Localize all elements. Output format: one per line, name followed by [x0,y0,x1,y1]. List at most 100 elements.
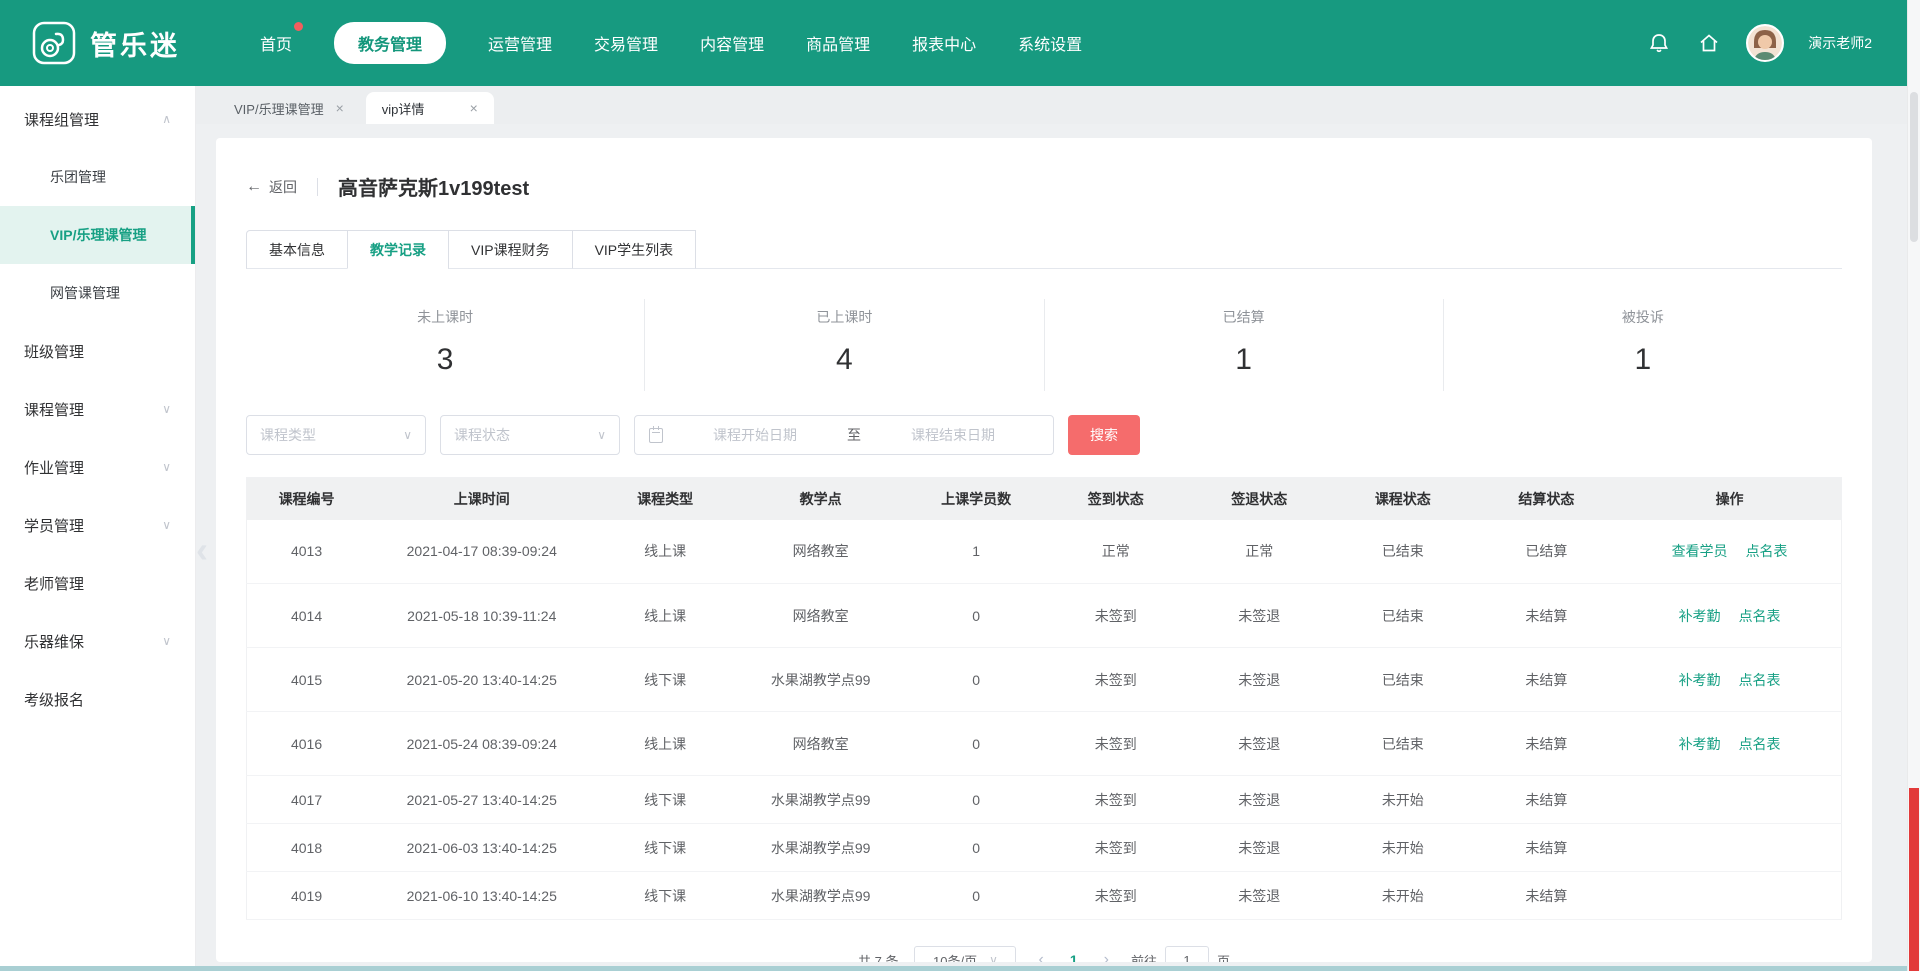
course-records-table: 课程编号上课时间课程类型教学点上课学员数签到状态签退状态课程状态结算状态操作 4… [246,477,1842,920]
table-actions-cell [1618,872,1841,920]
table-header-cell: 课程类型 [597,478,733,520]
page-tab-bar: VIP/乐理课管理× vip详情 × [196,86,1920,124]
course-status-select[interactable]: 课程状态 ∨ [440,415,620,455]
action-link[interactable]: 补考勤 [1679,672,1721,688]
stat-label: 被投诉 [1444,307,1842,327]
topnav-item[interactable]: 首页 [260,22,292,64]
topnav-item-label: 系统设置 [1018,37,1082,54]
table-header-cell: 操作 [1618,478,1841,520]
action-link[interactable]: 点名表 [1739,672,1781,688]
sidebar-item[interactable]: 老师管理 [0,554,195,612]
close-tab-icon[interactable]: × [336,100,344,116]
topnav-item-label: 内容管理 [700,37,764,54]
horizontal-scrollbar[interactable] [0,966,1907,971]
topnav-item[interactable]: 内容管理 [700,22,764,64]
sidebar-item[interactable]: 作业管理∨ [0,438,195,496]
table-cell: 未签到 [1044,824,1188,872]
topnav-item[interactable]: 系统设置 [1018,22,1082,64]
table-cell: 线下课 [597,872,733,920]
sidebar-item[interactable]: 课程组管理∧ [0,90,195,148]
action-link[interactable]: 查看学员 [1672,543,1728,559]
sidebar-item-label: 乐团管理 [50,167,106,187]
page-tab[interactable]: VIP/乐理课管理× [218,92,360,124]
next-page-button[interactable]: › [1098,951,1115,962]
sidebar-item[interactable]: 班级管理 [0,322,195,380]
sidebar-item[interactable]: VIP/乐理课管理 [0,206,195,264]
topnav-item[interactable]: 交易管理 [594,22,658,64]
course-status-placeholder: 课程状态 [454,425,510,445]
goto-page-input[interactable] [1165,946,1209,962]
table-cell: 未开始 [1331,872,1475,920]
sidebar-item-label: 网管课管理 [50,283,120,303]
sidebar-item[interactable]: 乐器维保∨ [0,612,195,670]
table-cell: 4016 [247,712,367,776]
topnav-item[interactable]: 商品管理 [806,22,870,64]
home-icon[interactable] [1696,30,1722,56]
detail-tab[interactable]: 基本信息 [246,230,348,269]
prev-page-button[interactable]: ‹ [1032,951,1049,962]
table-header-cell: 课程状态 [1331,478,1475,520]
stat-value: 1 [1444,343,1842,377]
table-cell: 水果湖教学点99 [733,872,908,920]
sidebar-collapse-handle[interactable]: ‹ [191,515,213,585]
table-row: 40172021-05-27 13:40-14:25线下课水果湖教学点990未签… [247,776,1842,824]
page-size-select[interactable]: 10条/页 ∨ [914,946,1016,962]
sidebar-item[interactable]: 乐团管理 [0,148,195,206]
vertical-scrollbar[interactable] [1907,0,1920,971]
username[interactable]: 演示老师2 [1808,33,1872,53]
action-link[interactable]: 点名表 [1739,608,1781,624]
table-header-cell: 结算状态 [1475,478,1619,520]
table-actions-cell: 补考勤 点名表 [1618,648,1841,712]
table-actions-cell: 补考勤 点名表 [1618,712,1841,776]
table-cell: 线下课 [597,776,733,824]
close-tab-icon[interactable]: × [470,100,478,116]
date-range-picker[interactable]: 课程开始日期 至 课程结束日期 [634,415,1054,455]
table-cell: 未结算 [1475,584,1619,648]
search-button[interactable]: 搜索 [1068,415,1140,455]
topbar-right: 演示老师2 [1646,24,1872,62]
detail-tab[interactable]: 教学记录 [347,230,449,269]
detail-tab[interactable]: VIP学生列表 [572,230,697,269]
scrollbar-thumb[interactable] [1910,92,1918,242]
topnav-item[interactable]: 运营管理 [488,22,552,64]
back-row: ← 返回 高音萨克斯1v199test [246,172,1842,201]
page-tab-label: vip详情 [382,99,425,118]
table-actions-cell [1618,824,1841,872]
detail-tab[interactable]: VIP课程财务 [448,230,573,269]
action-link[interactable]: 补考勤 [1679,608,1721,624]
action-link[interactable]: 补考勤 [1679,736,1721,752]
course-type-select[interactable]: 课程类型 ∨ [246,415,426,455]
sidebar: 课程组管理∧ 乐团管理 VIP/乐理课管理网管课管理班级管理课程管理∨作业管理∨学员… [0,86,196,971]
page-tab[interactable]: vip详情 × [366,92,494,124]
table-cell: 未开始 [1331,824,1475,872]
page-size-value: 10条/页 [933,951,977,963]
page-number-current[interactable]: 1 [1066,952,1082,962]
page-unit-label: 页 [1217,951,1230,963]
table-cell: 0 [908,584,1044,648]
brand[interactable]: 管乐迷 [32,21,222,65]
stat-label: 已结算 [1045,307,1443,327]
goto-page: 前往 页 [1131,946,1230,962]
date-end-placeholder: 课程结束日期 [867,425,1039,445]
avatar[interactable] [1746,24,1784,62]
sidebar-item[interactable]: 学员管理∨ [0,496,195,554]
chevron-down-icon: ∨ [989,953,998,962]
goto-label: 前往 [1131,951,1157,963]
topnav-item[interactable]: 报表中心 [912,22,976,64]
chevron-down-icon: ∨ [162,402,171,416]
table-cell: 4018 [247,824,367,872]
action-link[interactable]: 点名表 [1746,543,1788,559]
action-link[interactable]: 点名表 [1739,736,1781,752]
table-cell: 已结算 [1475,520,1619,584]
sidebar-item[interactable]: 课程管理∨ [0,380,195,438]
back-button[interactable]: ← 返回 [246,177,297,197]
notifications-bell-icon[interactable] [1646,30,1672,56]
stat-value: 4 [645,343,1043,377]
sidebar-item[interactable]: 考级报名 [0,670,195,728]
table-cell: 未结算 [1475,776,1619,824]
sidebar-item[interactable]: 网管课管理 [0,264,195,322]
topnav-item[interactable]: 教务管理 [334,22,446,64]
topnav-item-label: 报表中心 [912,37,976,54]
table-header-cell: 签退状态 [1188,478,1332,520]
table-cell: 0 [908,648,1044,712]
